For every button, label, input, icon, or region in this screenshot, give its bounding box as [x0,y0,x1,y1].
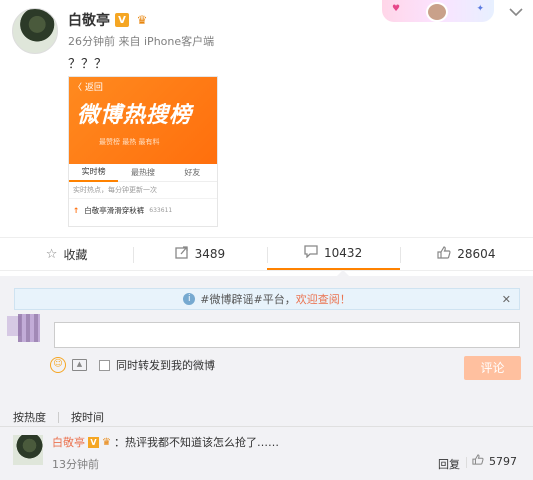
post-meta: 26分钟前 来自 iPhone客户端 [68,33,214,49]
notice-text: #微博辟谣#平台， [200,293,296,306]
author-avatar[interactable] [12,8,58,54]
author-line: 白敬亭 V ♛ [68,10,150,30]
emoji-icon[interactable]: ☺ [50,357,66,373]
post-time[interactable]: 26分钟前 [68,35,115,48]
post-source[interactable]: iPhone客户端 [144,35,214,48]
comment-button[interactable]: 10432 [266,238,400,270]
vip-crown-icon: ♛ [102,436,111,448]
post-from: 来自 [118,35,141,48]
decoration-portrait [426,2,448,22]
sync-repost-checkbox[interactable] [99,359,110,371]
chevron-down-icon[interactable] [509,6,523,17]
commenter-avatar[interactable] [13,435,43,465]
verified-icon: V [88,436,99,448]
favorite-button[interactable]: ☆ 收藏 [0,238,133,270]
post-content: ？？？ [68,57,108,72]
submit-comment-button[interactable]: 评论 [464,356,521,380]
post-image[interactable]: 〈 返回 微博热搜榜 最赞榜 最热 最有料 实时榜 最热搜 好友 实时热点，每分… [68,76,218,227]
image-sub-text: 最赞榜 最热 最有料 [99,138,160,146]
author-name[interactable]: 白敬亭 [68,10,110,30]
image-tab: 实时榜 [69,164,119,182]
vip-crown-icon: ♛ [136,13,148,27]
commenter-name[interactable]: 白敬亭 [52,434,85,450]
repost-count: 3489 [194,247,226,261]
comment-icon [304,244,318,262]
comment-time: 13分钟前 [52,458,99,471]
thumbs-up-icon [472,454,484,468]
comment-list: 白敬亭 V ♛ ：热评我都不知道该怎么抢了…… 13分钟前 回复 5797 [0,426,533,480]
sync-repost-label[interactable]: 同时转发到我的微博 [116,357,215,373]
reply-button[interactable]: 回复 [438,456,460,472]
like-button[interactable]: 28604 [399,238,533,270]
close-icon[interactable]: ✕ [502,293,511,306]
sort-by-hot[interactable]: 按热度 [13,409,46,425]
weibo-post: 白敬亭 V ♛ 26分钟前 来自 iPhone客户端 ？？？ ♥ ✦ 〈 返回 … [0,0,533,237]
notice-link[interactable]: 欢迎查阅！ [296,291,351,307]
image-tab: 最热搜 [130,168,155,177]
comments-panel: i #微博辟谣#平台， 欢迎查阅！ ✕ ☺ ▲ 同时转发到我的微博 评论 按热度… [0,276,533,480]
sort-by-time[interactable]: 按时间 [71,409,104,425]
image-row-count: 633611 [149,207,173,214]
image-icon[interactable]: ▲ [72,359,87,371]
star-decoration-icon: ✦ [476,4,484,14]
current-user-avatar [18,314,40,342]
comment-input[interactable] [54,322,520,348]
post-actions: ☆ 收藏 3489 10432 28604 [0,237,533,271]
image-tab: 好友 [184,168,201,177]
comment-line: 白敬亭 V ♛ ：热评我都不知道该怎么抢了…… [52,434,279,450]
comment-sort: 按热度 按时间 [13,409,104,425]
comment-text: ：热评我都不知道该怎么抢了…… [113,436,279,449]
card-decoration-banner: ♥ ✦ [382,0,494,22]
rumor-notice: i #微博辟谣#平台， 欢迎查阅！ ✕ [14,288,520,310]
image-row-text: 白敬亭滑滑穿秋裤 [84,206,145,215]
image-back-label: 〈 返回 [73,83,103,93]
thumbs-up-icon [437,245,451,263]
like-count: 28604 [457,247,496,261]
image-note: 实时热点，每分钟更新一次 [69,182,217,199]
repost-button[interactable]: 3489 [133,238,266,270]
verified-icon: V [115,13,129,27]
image-tabs: 实时榜 最热搜 好友 [69,164,217,182]
image-row: ↑ 白敬亭滑滑穿秋裤 633611 [69,199,217,222]
comment-like-count: 5797 [489,454,517,468]
image-header: 〈 返回 微博热搜榜 最赞榜 最热 最有料 [69,77,217,164]
sort-divider [58,411,59,423]
comment-tools: ☺ ▲ 同时转发到我的微博 [50,357,215,373]
comment-count: 10432 [324,246,363,260]
info-icon: i [183,293,196,305]
up-arrow-icon: ↑ [73,206,80,215]
heart-icon: ♥ [392,4,401,14]
repost-icon [174,245,189,263]
image-hero-text: 微博热搜榜 [77,103,193,128]
comment-like-button[interactable]: 5797 [466,454,517,468]
favorite-label: 收藏 [63,247,88,262]
star-icon: ☆ [45,246,58,262]
